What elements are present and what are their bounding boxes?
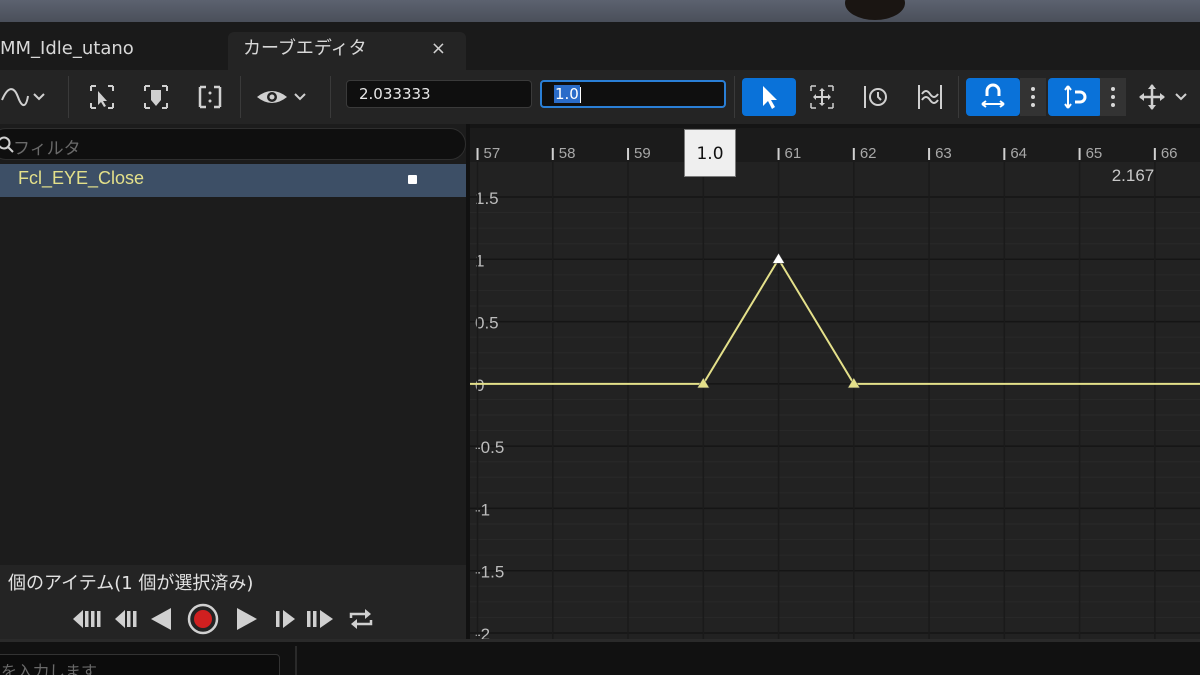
curve-graph-canvas[interactable]: 1.510.50-0.5-1-1.5-257 58 59 61 62 63 64 65 662.…: [470, 128, 1200, 639]
text-cursor: [579, 86, 581, 103]
key-icon: [144, 85, 168, 109]
track-label: Fcl_EYE_Close: [18, 168, 145, 188]
toolbar-separator: [240, 76, 241, 118]
multi-select-tool-button[interactable]: [912, 78, 948, 116]
toolbar-separator: [68, 76, 69, 118]
jump-to-start-button[interactable]: [70, 602, 104, 636]
loop-icon: [349, 609, 373, 629]
y-tick-label: 0.5: [475, 314, 499, 333]
step-forward-button[interactable]: [270, 602, 304, 636]
playhead-time-label: 2.167: [1112, 166, 1155, 185]
curve-graph[interactable]: 1.5 1 0.5 0 -0.5 -1 -1.5 -2 57 58 59 61 62 63 64 65 66 2.…: [470, 128, 1200, 639]
bottom-separator: [295, 646, 297, 675]
play-icon: [237, 608, 257, 630]
multi-select-tool-icon: [918, 85, 942, 109]
axis-move-dropdown[interactable]: [1134, 78, 1194, 116]
x-tick-label: 65: [1086, 145, 1103, 162]
toolbar-separator: [330, 76, 331, 118]
frame-selection-button[interactable]: [192, 78, 228, 116]
retime-tool-icon: [864, 86, 887, 108]
item-count-status: 個のアイテム(1 個が選択済み): [8, 573, 254, 594]
x-tick-label: 64: [1010, 145, 1027, 162]
visibility-eye-icon: [257, 91, 306, 103]
close-icon[interactable]: ×: [431, 32, 446, 66]
graph-background: [470, 162, 1200, 639]
y-tick-label: -1.5: [475, 563, 504, 582]
tab-bar: MM_Idle_utano カーブエディタ ×: [0, 22, 1200, 70]
filter-input[interactable]: フィルタ: [0, 128, 466, 160]
loop-button[interactable]: [344, 602, 378, 636]
time-snap-button[interactable]: [966, 78, 1020, 116]
select-tool-button[interactable]: [742, 78, 796, 116]
step-forward-icon: [276, 610, 295, 628]
toolbar: 2.033333 1.0: [0, 70, 1200, 124]
play-reverse-button[interactable]: [144, 602, 178, 636]
value-snap-icon: [1064, 85, 1087, 109]
viewport-strip: [0, 0, 1200, 22]
toolbar-separator: [734, 76, 735, 118]
jump-to-start-icon: [73, 610, 101, 628]
visibility-dropdown[interactable]: [254, 78, 312, 116]
time-snap-options[interactable]: [1020, 78, 1046, 116]
tab-sequence[interactable]: MM_Idle_utano: [0, 32, 134, 70]
record-button[interactable]: [186, 602, 220, 636]
jump-to-end-icon: [307, 610, 333, 628]
y-tick-label: 1: [475, 251, 484, 270]
x-tick-label: 57: [484, 145, 501, 162]
toolbar-separator: [958, 76, 959, 118]
select-keys-button[interactable]: [84, 78, 120, 116]
record-icon: [187, 603, 219, 635]
console-placeholder: を入力します: [1, 662, 98, 675]
select-tool-icon: [763, 86, 777, 109]
track-row[interactable]: Fcl_EYE_Close: [0, 164, 466, 197]
value-snap-options[interactable]: [1100, 78, 1126, 116]
curve-editor-window: MM_Idle_utano カーブエディタ × 2.033333 1.0 フィル…: [0, 0, 1200, 675]
play-button[interactable]: [230, 602, 264, 636]
play-reverse-icon: [151, 608, 171, 630]
y-tick-label: 0: [475, 376, 484, 395]
filter-placeholder: フィルタ: [13, 139, 81, 159]
jump-to-end-button[interactable]: [304, 602, 338, 636]
step-back-button[interactable]: [108, 602, 142, 636]
select-keys-icon: [90, 85, 114, 109]
value-input[interactable]: 1.0: [540, 80, 726, 108]
time-input[interactable]: 2.033333: [346, 80, 532, 108]
x-tick-label: 63: [935, 145, 952, 162]
x-tick-label: 62: [860, 145, 877, 162]
retime-tool-button[interactable]: [858, 78, 894, 116]
x-tick-label: 61: [785, 145, 802, 162]
curve-type-icon: [1, 88, 45, 107]
y-tick-label: -0.5: [475, 438, 504, 457]
axis-move-icon: [1139, 84, 1187, 110]
key-indicator-icon: [408, 175, 417, 184]
transport-controls: [0, 599, 466, 639]
frame-selection-icon: [198, 85, 222, 109]
viewport-character: [845, 0, 905, 20]
console-input[interactable]: を入力します: [0, 654, 280, 675]
value-tooltip: 1.0: [684, 129, 736, 177]
x-tick-label: 59: [634, 145, 651, 162]
curve-tree-panel: フィルタ Fcl_EYE_Close 個のアイテム(1 個が選択済み): [0, 124, 466, 639]
tab-curve-editor[interactable]: カーブエディタ ×: [228, 32, 466, 70]
tab-sequence-label: MM_Idle_utano: [0, 38, 134, 59]
transform-tool-button[interactable]: [804, 78, 840, 116]
x-tick-label: 58: [559, 145, 576, 162]
time-snap-icon: [981, 83, 1005, 108]
bottom-bar: を入力します: [0, 639, 1200, 675]
y-tick-label: 1.5: [475, 189, 499, 208]
x-tick-label: 66: [1161, 145, 1178, 162]
value-snap-button[interactable]: [1048, 78, 1102, 116]
step-back-icon: [115, 610, 137, 628]
key-button[interactable]: [138, 78, 174, 116]
value-input-text: 1.0: [554, 85, 580, 103]
tab-curve-editor-label: カーブエディタ: [243, 38, 367, 59]
status-bar: 個のアイテム(1 個が選択済み): [0, 565, 466, 599]
curve-type-dropdown[interactable]: [0, 78, 52, 116]
transform-tool-icon: [810, 85, 834, 109]
